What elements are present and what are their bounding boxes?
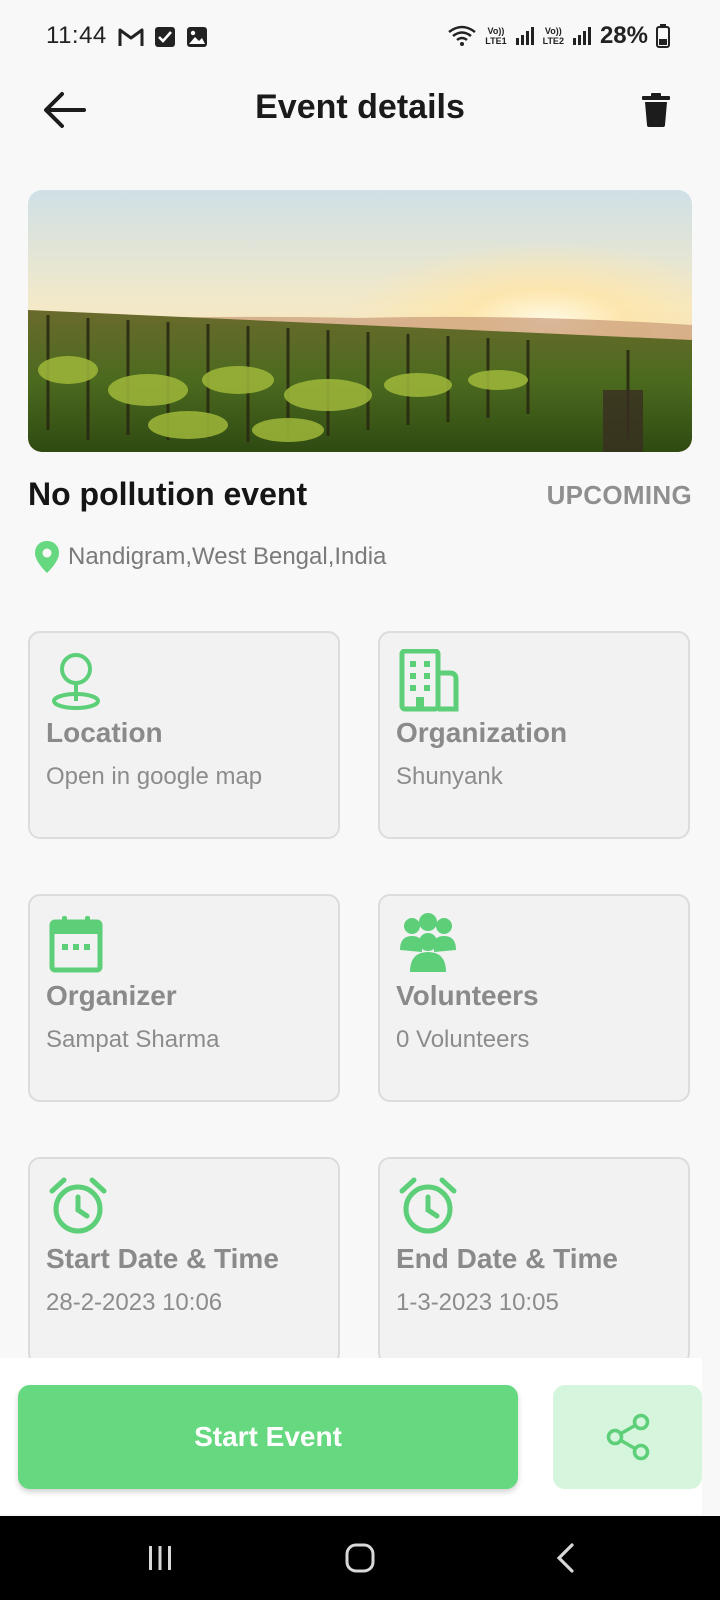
building-icon bbox=[398, 648, 462, 713]
location-card[interactable]: Location Open in google map bbox=[28, 631, 340, 839]
recent-apps-icon bbox=[149, 1546, 171, 1570]
card-title: Organizer bbox=[46, 980, 177, 1011]
delete-button[interactable] bbox=[632, 86, 680, 134]
battery-icon bbox=[656, 24, 670, 48]
sim1-label: Vo)) LTE1 bbox=[485, 26, 506, 46]
landscape-image bbox=[28, 190, 692, 452]
sim2-volte: Vo)) bbox=[544, 26, 562, 36]
sim1-volte: Vo)) bbox=[487, 26, 505, 36]
calendar-icon bbox=[48, 912, 112, 976]
card-subtitle: 1-3-2023 10:05 bbox=[396, 1289, 559, 1316]
system-icons: Vo)) LTE1 Vo)) LTE2 28% bbox=[447, 22, 670, 50]
start-event-button[interactable]: Start Event bbox=[18, 1385, 518, 1489]
alarm-icon bbox=[398, 1175, 462, 1239]
card-subtitle: Shunyank bbox=[396, 763, 503, 790]
sim2-lte: LTE2 bbox=[542, 36, 564, 46]
checkbox-icon bbox=[155, 27, 175, 47]
share-button[interactable] bbox=[553, 1385, 702, 1489]
battery-percent: 28% bbox=[599, 22, 648, 49]
home-icon bbox=[345, 1543, 375, 1573]
signal-icon bbox=[572, 27, 591, 45]
card-subtitle: Sampat Sharma bbox=[46, 1026, 220, 1053]
event-status-badge: UPCOMING bbox=[546, 480, 692, 510]
card-title: End Date & Time bbox=[396, 1243, 618, 1274]
card-title: Start Date & Time bbox=[46, 1243, 279, 1274]
event-title: No pollution event bbox=[28, 476, 308, 512]
gallery-icon bbox=[187, 27, 207, 47]
share-icon bbox=[606, 1413, 649, 1461]
recent-apps-button[interactable] bbox=[100, 1516, 220, 1600]
start-datetime-card[interactable]: Start Date & Time 28-2-2023 10:06 bbox=[28, 1157, 340, 1365]
sim1-lte: LTE1 bbox=[485, 36, 507, 46]
event-banner-image bbox=[28, 190, 692, 452]
event-location-text: Nandigram,West Bengal,India bbox=[68, 543, 387, 570]
end-datetime-card[interactable]: End Date & Time 1-3-2023 10:05 bbox=[378, 1157, 690, 1365]
card-title: Volunteers bbox=[396, 980, 539, 1011]
card-subtitle: Open in google map bbox=[46, 763, 263, 790]
wifi-icon bbox=[448, 25, 476, 46]
trash-icon bbox=[642, 93, 670, 127]
page-title: Event details bbox=[255, 88, 465, 126]
alarm-icon bbox=[48, 1175, 112, 1239]
status-time: 11:44 bbox=[46, 22, 107, 49]
notification-icons bbox=[118, 26, 208, 48]
volunteers-card[interactable]: Volunteers 0 Volunteers bbox=[378, 894, 690, 1102]
organization-card[interactable]: Organization Shunyank bbox=[378, 631, 690, 839]
card-subtitle: 28-2-2023 10:06 bbox=[46, 1289, 223, 1316]
home-button[interactable] bbox=[300, 1516, 420, 1600]
card-title: Location bbox=[46, 717, 163, 748]
event-location: Nandigram,West Bengal,India bbox=[34, 540, 386, 574]
organizer-card[interactable]: Organizer Sampat Sharma bbox=[28, 894, 340, 1102]
status-bar: 11:44 Vo)) LTE1 Vo)) LTE2 28% bbox=[0, 0, 720, 76]
location-pin-icon bbox=[35, 541, 59, 573]
gmail-icon bbox=[118, 28, 144, 46]
chevron-left-icon bbox=[556, 1543, 574, 1573]
start-event-label: Start Event bbox=[194, 1421, 342, 1452]
system-nav-bar bbox=[0, 1516, 720, 1600]
signal-icon bbox=[515, 27, 534, 45]
card-subtitle: 0 Volunteers bbox=[396, 1026, 530, 1053]
app-header: Event details bbox=[0, 76, 720, 140]
sim2-label: Vo)) LTE2 bbox=[543, 26, 564, 46]
group-icon bbox=[398, 912, 462, 976]
back-nav-button[interactable] bbox=[505, 1516, 625, 1600]
map-pin-icon bbox=[48, 649, 112, 713]
card-title: Organization bbox=[396, 717, 568, 748]
